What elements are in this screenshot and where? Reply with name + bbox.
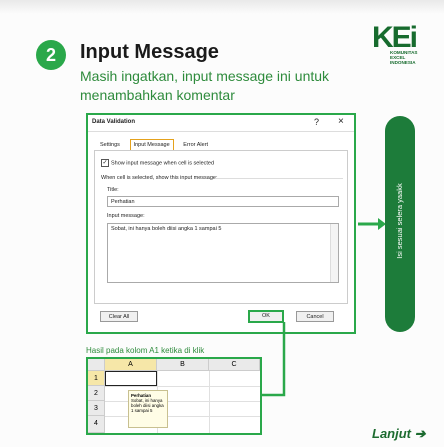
excel-sheet-preview: A B C 1 2 3 4 Perhatian Sobat, ini hanya… bbox=[86, 357, 262, 435]
message-text: Sobat, ini hanya boleh diisi angka 1 sam… bbox=[111, 226, 222, 232]
column-header-a[interactable]: A bbox=[105, 359, 157, 371]
gridline bbox=[209, 371, 210, 433]
checkbox-checked-icon[interactable]: ✓ bbox=[101, 159, 109, 167]
divider bbox=[215, 178, 343, 179]
title-input[interactable]: Perhatian bbox=[107, 196, 339, 207]
data-validation-dialog: Data Validation ? × Settings Input Messa… bbox=[86, 113, 356, 334]
next-link[interactable]: Lanjut ➔ bbox=[372, 426, 426, 442]
row-header-2[interactable]: 2 bbox=[88, 386, 105, 401]
checkbox-label: Show input message when cell is selected bbox=[111, 160, 215, 167]
textarea-scrollbar[interactable] bbox=[330, 224, 338, 282]
gridline bbox=[105, 386, 260, 387]
side-note-pill: Isi sesuai selera yaakk bbox=[385, 116, 415, 332]
select-all-corner[interactable] bbox=[88, 359, 105, 371]
help-icon[interactable]: ? bbox=[314, 117, 319, 127]
cancel-button[interactable]: Cancel bbox=[296, 311, 334, 322]
message-textarea[interactable]: Sobat, ini hanya boleh diisi angka 1 sam… bbox=[107, 223, 339, 283]
step-number-badge: 2 bbox=[36, 40, 66, 70]
message-label: Input message: bbox=[107, 213, 145, 219]
title-label: Title: bbox=[107, 187, 119, 193]
when-selected-label: When cell is selected, show this input m… bbox=[101, 175, 218, 181]
input-message-tooltip: Perhatian Sobat, ini hanya boleh diisi a… bbox=[128, 390, 168, 428]
clear-all-button[interactable]: Clear All bbox=[100, 311, 138, 322]
tab-panel: ✓ Show input message when cell is selecte… bbox=[94, 150, 348, 304]
cell-a1[interactable] bbox=[105, 371, 157, 386]
dialog-title: Data Validation bbox=[92, 119, 136, 125]
row-header-3[interactable]: 3 bbox=[88, 401, 105, 416]
step-title: Input Message bbox=[80, 41, 219, 63]
kei-logo: KEi KOMUNITAS EXCEL INDONESIA bbox=[372, 22, 438, 66]
column-header-b[interactable]: B bbox=[157, 359, 209, 371]
column-header-c[interactable]: C bbox=[209, 359, 260, 371]
dialog-titlebar: Data Validation ? × bbox=[88, 115, 354, 132]
row-header-4[interactable]: 4 bbox=[88, 416, 105, 433]
next-label: Lanjut bbox=[372, 426, 411, 441]
row-header-1[interactable]: 1 bbox=[88, 371, 105, 386]
arrow-right-icon: ➔ bbox=[414, 426, 426, 441]
result-label: Hasil pada kolom A1 ketika di klik bbox=[86, 346, 205, 355]
logo-text: KOMUNITAS EXCEL INDONESIA bbox=[390, 50, 418, 65]
close-icon[interactable]: × bbox=[338, 116, 344, 127]
show-message-checkbox[interactable]: ✓ Show input message when cell is selecte… bbox=[101, 159, 214, 167]
top-fade bbox=[0, 0, 444, 14]
side-note-text: Isi sesuai selera yaakk bbox=[395, 183, 404, 259]
subtitle: Masih ingatkan, input message ini untuk … bbox=[80, 68, 330, 103]
tooltip-text: Sobat, ini hanya boleh diisi angka 1 sam… bbox=[131, 398, 164, 413]
arrow-right-icon bbox=[358, 218, 386, 230]
ok-button[interactable]: OK bbox=[248, 310, 284, 323]
